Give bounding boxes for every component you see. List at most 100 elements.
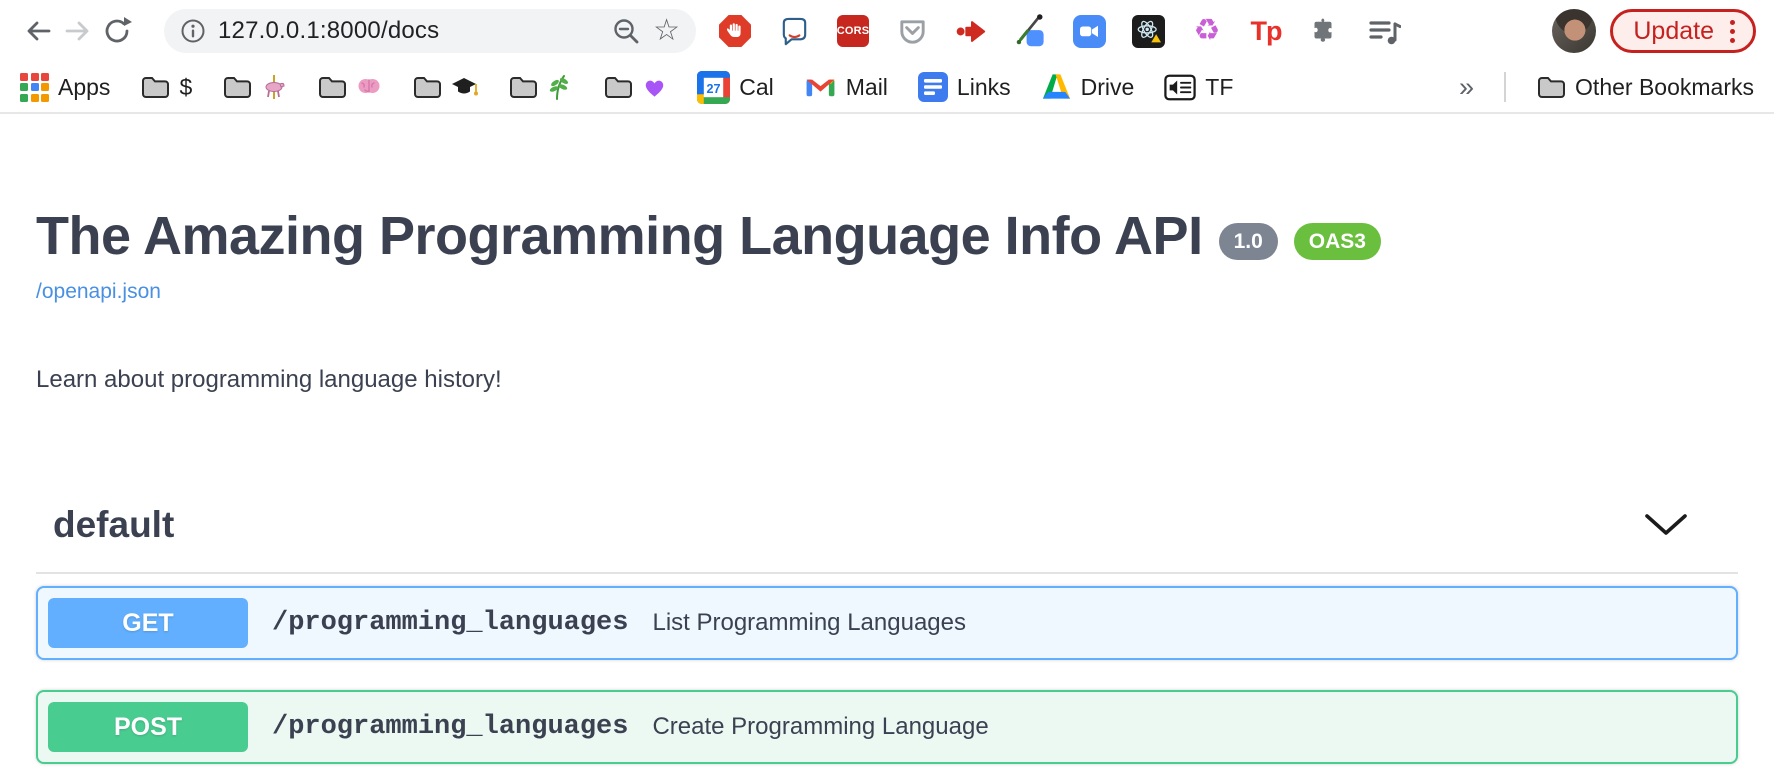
operation-summary: List Programming Languages [652,609,966,637]
page-title: The Amazing Programming Language Info AP… [36,206,1203,266]
tp-extension-icon[interactable]: Tp [1249,14,1283,48]
bookmark-folder-dollar[interactable]: $ [140,74,192,101]
bookmark-star-icon[interactable]: ☆ [653,16,680,46]
folder-icon [222,75,252,99]
oas3-badge: OAS3 [1294,223,1381,260]
browser-window: 127.0.0.1:8000/docs ☆ [0,0,1774,780]
back-arrow-icon [22,15,54,47]
playlist-music-icon [1367,15,1401,47]
browser-menu-icon[interactable] [1728,18,1737,45]
carousel-horse-icon [261,74,287,100]
puzzle-icon [1309,15,1341,47]
bookmark-label: Other Bookmarks [1575,74,1754,101]
pocket-extension-icon[interactable] [895,14,929,48]
atom-icon [1134,18,1162,44]
stop-hand-extension-icon[interactable] [718,14,752,48]
bookmark-folder-brain[interactable] [317,75,382,99]
color-picker-extension-icon[interactable] [1013,14,1047,48]
bookmark-folder-purple-heart[interactable] [603,75,667,99]
graduation-cap-icon [451,75,478,99]
bookmark-folder-graduation[interactable] [412,75,478,99]
reload-icon [102,15,134,47]
recycle-glyph: ♻ [1194,16,1221,46]
update-label: Update [1633,17,1714,46]
media-queue-extension-icon[interactable] [1367,14,1401,48]
swagger-docs-page: The Amazing Programming Language Info AP… [0,206,1774,764]
zoom-out-icon[interactable] [611,16,641,46]
profile-avatar[interactable] [1552,9,1596,53]
bookmarks-divider [1504,72,1506,102]
operation-get-programming-languages[interactable]: GET /programming_languages List Programm… [36,586,1738,660]
bookmark-label: Links [957,74,1011,101]
extensions-puzzle-icon[interactable] [1308,14,1342,48]
camera-glyph [1077,19,1101,43]
speaker-card-icon [1164,74,1196,101]
chevron-down-icon[interactable] [1644,513,1688,537]
address-bar[interactable]: 127.0.0.1:8000/docs ☆ [164,9,696,53]
folder-icon [140,75,170,99]
bookmark-calendar[interactable]: 27 Cal [697,71,774,104]
reload-button[interactable] [98,11,138,51]
eyedropper-icon [1013,12,1047,50]
forward-button[interactable] [58,11,98,51]
bookmark-label: TF [1205,74,1233,101]
operation-post-programming-languages[interactable]: POST /programming_languages Create Progr… [36,690,1738,764]
bookmark-drive[interactable]: Drive [1041,73,1135,101]
bookmark-mail[interactable]: Mail [804,74,888,101]
apps-grid-icon [20,73,49,102]
back-button[interactable] [18,11,58,51]
folder-icon [412,75,442,99]
bookmark-label: Mail [846,74,888,101]
bookmark-label: Apps [58,74,110,101]
folder-icon [317,75,347,99]
bookmark-other-bookmarks[interactable]: Other Bookmarks [1536,74,1754,101]
operation-path: /programming_languages [272,712,628,742]
bookmark-folder-herb[interactable] [508,74,573,100]
chat-bubble-extension-icon[interactable] [777,14,811,48]
extensions-strip: CORS [718,14,1401,48]
bookmarks-bar: Apps $ [0,62,1774,114]
cors-extension-icon[interactable]: CORS [836,14,870,48]
video-camera-extension-icon[interactable] [1072,14,1106,48]
calendar-day: 27 [707,81,721,95]
update-button[interactable]: Update [1610,9,1756,53]
bookmark-links[interactable]: Links [918,72,1011,102]
cors-badge: CORS [837,15,869,47]
overflow-chevron-icon: » [1459,72,1474,103]
bookmark-label: $ [179,74,192,101]
bookmark-label: Cal [739,74,774,101]
google-drive-icon [1041,73,1072,101]
google-calendar-icon: 27 [697,71,730,104]
hand-glyph [724,20,746,42]
bookmark-folder-carousel-horse[interactable] [222,74,287,100]
folder-icon [508,75,538,99]
folder-icon [1536,75,1566,99]
page-info-icon[interactable] [180,18,206,44]
section-default-header[interactable]: default [36,504,1738,574]
folder-icon [603,75,633,99]
operation-path: /programming_languages [272,608,628,638]
bookmark-apps[interactable]: Apps [20,73,110,102]
url-text[interactable]: 127.0.0.1:8000/docs [218,17,599,45]
pocket-shield-icon [896,15,929,48]
version-badge: 1.0 [1219,223,1278,260]
bookmark-label: Drive [1081,74,1135,101]
method-badge-post: POST [48,702,248,752]
brain-icon [356,75,382,99]
section-title: default [53,504,174,546]
gmail-icon [804,74,837,100]
method-badge-get: GET [48,598,248,648]
red-arrow-icon [954,15,988,48]
api-description: Learn about programming language history… [36,366,1738,394]
share-arrow-extension-icon[interactable] [954,14,988,48]
react-devtools-extension-icon[interactable] [1131,14,1165,48]
browser-toolbar: 127.0.0.1:8000/docs ☆ [0,0,1774,62]
api-title-row: The Amazing Programming Language Info AP… [36,206,1738,266]
recycle-extension-icon[interactable]: ♻ [1190,14,1224,48]
blue-doc-icon [918,72,948,102]
bookmarks-overflow-chevron[interactable]: » [1459,72,1474,103]
operation-summary: Create Programming Language [652,713,988,741]
bookmark-tf[interactable]: TF [1164,74,1233,101]
chat-bubble-icon [778,15,811,48]
openapi-json-link[interactable]: /openapi.json [36,280,161,304]
